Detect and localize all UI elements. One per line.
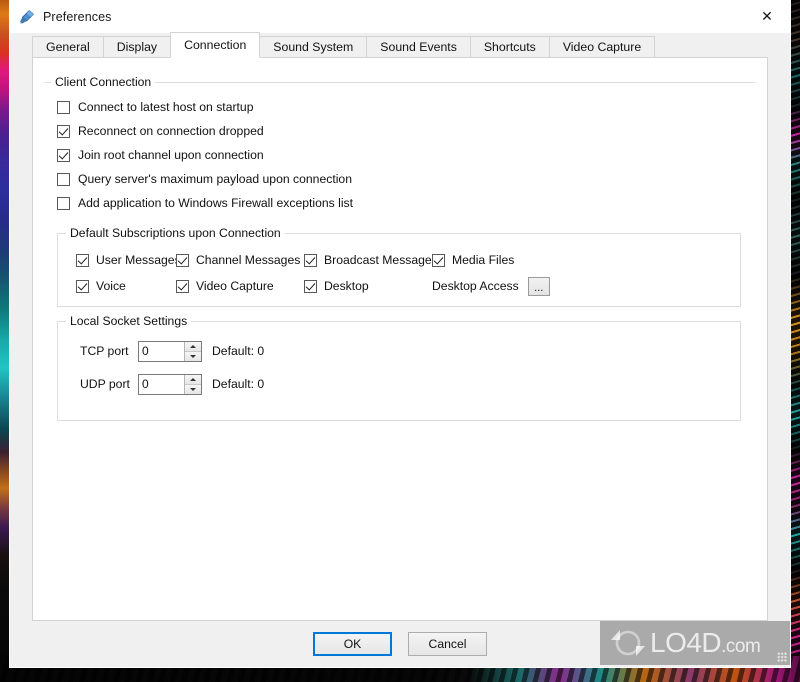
port-row-udp-port: UDP port Default: 0	[80, 371, 728, 397]
tab-bar: General Display Connection Sound System Soun…	[10, 32, 790, 58]
checkbox-icon[interactable]	[176, 253, 189, 267]
spinner-up-icon[interactable]	[185, 341, 201, 351]
watermark-text: LO4D.com	[650, 627, 761, 658]
subscription-label: Video Capture	[196, 279, 274, 293]
client-connection-title: Client Connection	[51, 75, 156, 89]
checkbox-join-root-channel-upon-connection[interactable]: Join root channel upon connection	[57, 143, 755, 167]
checkbox-icon[interactable]	[57, 100, 70, 114]
checkbox-icon[interactable]	[304, 279, 317, 293]
subscription-user-messages[interactable]: User Messages	[76, 248, 181, 272]
spinner-down-icon[interactable]	[185, 350, 201, 361]
subscription-desktop[interactable]: Desktop	[304, 274, 432, 298]
tcp-port-label: TCP port	[80, 344, 129, 358]
checkbox-icon[interactable]	[432, 253, 445, 267]
checkbox-reconnect-on-connection-dropped-label: Reconnect on connection dropped	[78, 124, 264, 138]
subscription-broadcast-messages[interactable]: Broadcast Messages	[304, 248, 438, 272]
checkbox-query-server-s-maximum-payload-upon-connection-label: Query server's maximum payload upon conn…	[78, 172, 352, 186]
app-icon	[19, 9, 35, 25]
desktop-access-row: Desktop Access...	[432, 274, 728, 298]
tcp-port-spin-buttons	[184, 341, 201, 361]
backdrop-stripe-left-top	[0, 0, 9, 430]
subscription-label: Desktop	[324, 279, 369, 293]
checkbox-icon[interactable]	[57, 148, 70, 162]
watermark-domain: .com	[721, 636, 761, 657]
backdrop-stripe-left-bottom	[0, 430, 9, 682]
title-bar: Preferences ✕	[10, 0, 790, 33]
checkbox-icon[interactable]	[176, 279, 189, 293]
checkbox-reconnect-on-connection-dropped[interactable]: Reconnect on connection dropped	[57, 119, 755, 143]
tab-sound-system[interactable]: Sound System	[259, 36, 368, 57]
subscription-video-capture[interactable]: Video Capture	[176, 274, 304, 298]
default-subscriptions-title: Default Subscriptions upon Connection	[66, 226, 285, 240]
checkbox-icon[interactable]	[76, 279, 89, 293]
checkbox-connect-to-latest-host-on-startup[interactable]: Connect to latest host on startup	[57, 95, 755, 119]
refresh-arrows-icon	[608, 626, 648, 660]
tab-content-panel: Client Connection Connect to latest host…	[32, 57, 768, 621]
local-socket-settings-title: Local Socket Settings	[66, 314, 192, 328]
udp-port-default-text: Default: 0	[212, 377, 265, 391]
checkbox-icon[interactable]	[57, 196, 70, 210]
spinner-down-icon[interactable]	[185, 383, 201, 394]
spinner-up-icon[interactable]	[185, 374, 201, 384]
subscription-label: Broadcast Messages	[324, 253, 438, 267]
client-connection-options: Connect to latest host on startup Reconne…	[45, 95, 755, 215]
udp-port-spin-buttons	[184, 374, 201, 394]
cancel-button[interactable]: Cancel	[408, 632, 487, 656]
tcp-port-stepper[interactable]	[138, 340, 202, 362]
subscription-channel-messages[interactable]: Channel Messages	[176, 248, 304, 272]
preferences-dialog: Preferences ✕ General Display Connection So…	[9, 0, 791, 668]
udp-port-input[interactable]	[139, 374, 184, 394]
subscription-label: Voice	[96, 279, 126, 293]
tab-sound-events[interactable]: Sound Events	[366, 36, 471, 57]
tab-general[interactable]: General	[32, 36, 104, 57]
checkbox-connect-to-latest-host-on-startup-label: Connect to latest host on startup	[78, 100, 254, 114]
subscription-label: User Messages	[96, 253, 181, 267]
checkbox-icon[interactable]	[57, 172, 70, 186]
subscriptions-grid: User Messages Channel Messages Broadcast M…	[76, 248, 728, 298]
checkbox-icon[interactable]	[76, 253, 89, 267]
local-socket-settings-group: Local Socket Settings TCP port Default: 0…	[57, 314, 741, 421]
udp-port-stepper[interactable]	[138, 373, 202, 395]
port-row-tcp-port: TCP port Default: 0	[80, 338, 728, 364]
watermark-name: LO4D	[650, 627, 722, 658]
default-subscriptions-group: Default Subscriptions upon Connection Us…	[57, 226, 741, 307]
checkbox-join-root-channel-upon-connection-label: Join root channel upon connection	[78, 148, 264, 162]
lo4d-watermark: LO4D.com	[600, 621, 790, 665]
resize-grip-icon	[777, 652, 787, 662]
subscription-label: Media Files	[452, 253, 515, 267]
desktop-access-button[interactable]: ...	[527, 276, 550, 296]
subscription-voice[interactable]: Voice	[76, 274, 176, 298]
desktop-access-label: Desktop Access	[432, 279, 519, 293]
ok-button[interactable]: OK	[313, 632, 392, 656]
tab-connection[interactable]: Connection	[170, 32, 261, 58]
tab-display[interactable]: Display	[102, 36, 172, 57]
close-icon[interactable]: ✕	[744, 0, 790, 32]
tcp-port-default-text: Default: 0	[212, 344, 265, 358]
tcp-port-input[interactable]	[139, 341, 184, 361]
client-connection-group: Client Connection Connect to latest host…	[45, 75, 755, 219]
checkbox-query-server-s-maximum-payload-upon-connection[interactable]: Query server's maximum payload upon conn…	[57, 167, 755, 191]
checkbox-icon[interactable]	[57, 124, 70, 138]
tab-video-capture[interactable]: Video Capture	[548, 36, 656, 57]
checkbox-add-application-to-windows-firewall-exceptions-list-label: Add application to Windows Firewall exce…	[78, 196, 354, 210]
subscription-media-files[interactable]: Media Files	[432, 248, 728, 272]
tab-shortcuts[interactable]: Shortcuts	[469, 36, 550, 57]
window-title: Preferences	[43, 9, 112, 24]
port-rows: TCP port Default: 0 UDP port Default: 0	[70, 338, 728, 397]
subscription-label: Channel Messages	[196, 253, 301, 267]
checkbox-add-application-to-windows-firewall-exceptions-list[interactable]: Add application to Windows Firewall exce…	[57, 191, 755, 215]
udp-port-label: UDP port	[80, 377, 130, 391]
checkbox-icon[interactable]	[304, 253, 317, 267]
